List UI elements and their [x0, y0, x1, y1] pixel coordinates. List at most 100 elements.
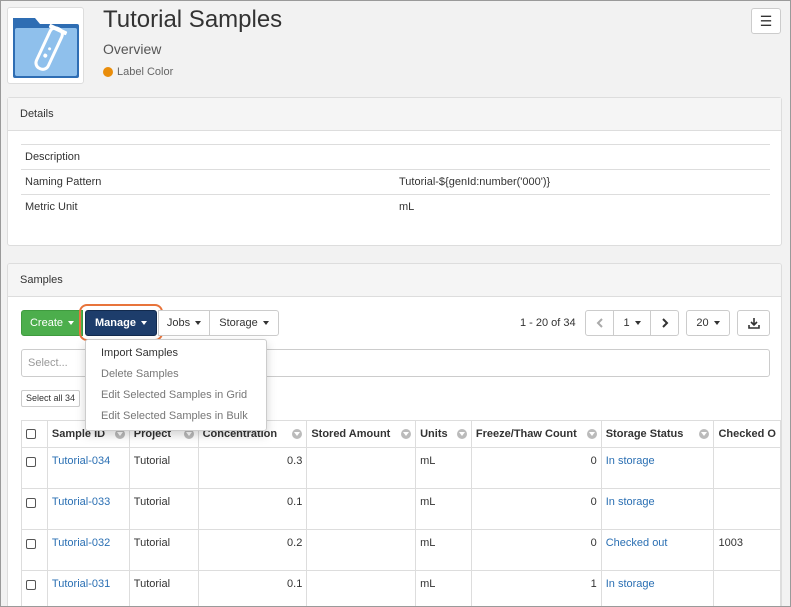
download-button[interactable]: [737, 310, 770, 336]
column-menu-icon[interactable]: [586, 429, 597, 439]
column-header[interactable]: Checked O: [713, 420, 781, 448]
freeze-thaw-cell: 1: [470, 570, 602, 607]
caret-down-icon: [195, 321, 202, 325]
manage-button[interactable]: Manage: [85, 310, 157, 336]
sample-id-link[interactable]: Tutorial-034: [46, 447, 130, 489]
details-heading: Details: [8, 98, 781, 131]
header-checkbox-cell[interactable]: [21, 420, 48, 448]
stored-amount-cell: [306, 529, 417, 571]
row-checkbox-cell[interactable]: [21, 529, 48, 571]
page-select[interactable]: 1: [613, 310, 651, 336]
sample-id-link[interactable]: Tutorial-033: [46, 488, 130, 530]
row-checkbox[interactable]: [26, 457, 36, 467]
details-label: Naming Pattern: [21, 169, 395, 195]
caret-down-icon: [68, 321, 75, 325]
menu-item-import-samples[interactable]: Import Samples: [86, 343, 266, 364]
details-value: Tutorial-${genId:number('000')}: [395, 169, 770, 195]
column-label: Stored Amount: [311, 428, 391, 440]
project-cell: Tutorial: [128, 488, 199, 530]
menu-item-edit-in-grid[interactable]: Edit Selected Samples in Grid: [86, 385, 266, 406]
checked-out-cell: [713, 447, 781, 489]
page-subtitle: Overview: [103, 41, 162, 57]
freeze-thaw-cell: 0: [470, 488, 602, 530]
column-menu-icon[interactable]: [401, 429, 412, 439]
jobs-button[interactable]: Jobs: [158, 310, 210, 336]
caret-down-icon: [140, 321, 147, 325]
sample-id-link[interactable]: Tutorial-031: [46, 570, 130, 607]
storage-status-link[interactable]: In storage: [600, 488, 715, 530]
column-menu-icon[interactable]: [699, 429, 710, 439]
caret-down-icon: [713, 321, 720, 325]
sample-id-link[interactable]: Tutorial-032: [46, 529, 130, 571]
chevron-left-icon: [596, 318, 603, 328]
project-cell: Tutorial: [128, 570, 199, 607]
column-menu-icon[interactable]: [456, 429, 467, 439]
select-all-checkbox[interactable]: [26, 428, 36, 439]
column-header[interactable]: Stored Amount: [306, 420, 417, 448]
row-checkbox-cell[interactable]: [21, 570, 48, 607]
create-label: Create: [29, 317, 64, 329]
select-all-button[interactable]: Select all 34: [21, 390, 81, 407]
concentration-cell: 0.3: [197, 447, 308, 489]
stored-amount-cell: [306, 488, 417, 530]
details-table: Description Naming Pattern Tutorial-${ge…: [21, 144, 770, 220]
row-checkbox-cell[interactable]: [21, 447, 48, 489]
storage-status-link[interactable]: In storage: [600, 447, 715, 489]
row-checkbox[interactable]: [26, 498, 36, 508]
table-row: Tutorial-031 Tutorial 0.1 mL 1 In storag…: [21, 570, 781, 607]
freeze-thaw-cell: 0: [470, 447, 602, 489]
checked-out-cell: [713, 570, 781, 607]
row-checkbox-cell[interactable]: [21, 488, 48, 530]
previous-page-button[interactable]: [585, 310, 614, 336]
column-label: Checked O: [718, 428, 776, 440]
concentration-cell: 0.2: [197, 529, 308, 571]
row-checkbox[interactable]: [26, 580, 36, 590]
samples-panel: Samples Create Manage Jobs Storage 1 - 2…: [7, 263, 782, 607]
column-menu-icon[interactable]: [292, 429, 303, 439]
details-value: [395, 144, 770, 170]
table-row: Tutorial-034 Tutorial 0.3 mL 0 In storag…: [21, 447, 781, 489]
label-color-dot: [103, 67, 113, 77]
sample-type-icon: [7, 7, 84, 84]
storage-status-link[interactable]: Checked out: [600, 529, 715, 571]
stored-amount-cell: [306, 570, 417, 607]
checked-out-cell: 1003: [713, 529, 781, 571]
menu-button[interactable]: ☰: [751, 8, 781, 34]
label-color-text: Label Color: [117, 66, 174, 78]
samples-grid: Sample ID Project Concentration Stored A…: [21, 420, 781, 607]
page-title: Tutorial Samples: [103, 6, 283, 33]
column-header[interactable]: Units: [415, 420, 472, 448]
create-button[interactable]: Create: [21, 310, 83, 336]
table-row: Tutorial-033 Tutorial 0.1 mL 0 In storag…: [21, 488, 781, 530]
column-header[interactable]: Freeze/Thaw Count: [470, 420, 602, 448]
caret-down-icon: [634, 321, 641, 325]
column-label: Storage Status: [605, 428, 684, 440]
caret-down-icon: [262, 321, 269, 325]
label-color: Label Color: [103, 66, 173, 78]
column-label: Units: [420, 428, 448, 440]
storage-status-link[interactable]: In storage: [600, 570, 715, 607]
page-number: 1: [623, 317, 630, 329]
hamburger-icon: ☰: [759, 12, 773, 29]
column-header[interactable]: Storage Status: [600, 420, 715, 448]
details-value: mL: [395, 194, 770, 220]
units-cell: mL: [415, 488, 472, 530]
project-cell: Tutorial: [128, 447, 199, 489]
storage-button[interactable]: Storage: [209, 310, 279, 336]
menu-item-delete-samples[interactable]: Delete Samples: [86, 364, 266, 385]
next-page-button[interactable]: [650, 310, 679, 336]
page-size-select[interactable]: 20: [686, 310, 730, 336]
jobs-label: Jobs: [166, 317, 191, 329]
freeze-thaw-cell: 0: [470, 529, 602, 571]
project-cell: Tutorial: [128, 529, 199, 571]
menu-item-edit-in-bulk[interactable]: Edit Selected Samples in Bulk: [86, 406, 266, 427]
storage-label: Storage: [219, 317, 258, 329]
row-checkbox[interactable]: [26, 539, 36, 549]
details-label: Metric Unit: [21, 194, 395, 220]
details-row: Metric Unit mL: [21, 194, 770, 220]
column-label: Freeze/Thaw Count: [475, 428, 577, 440]
chevron-right-icon: [661, 318, 668, 328]
details-row: Description: [21, 144, 770, 170]
manage-dropdown-menu: Import Samples Delete Samples Edit Selec…: [85, 339, 267, 431]
stored-amount-cell: [306, 447, 417, 489]
